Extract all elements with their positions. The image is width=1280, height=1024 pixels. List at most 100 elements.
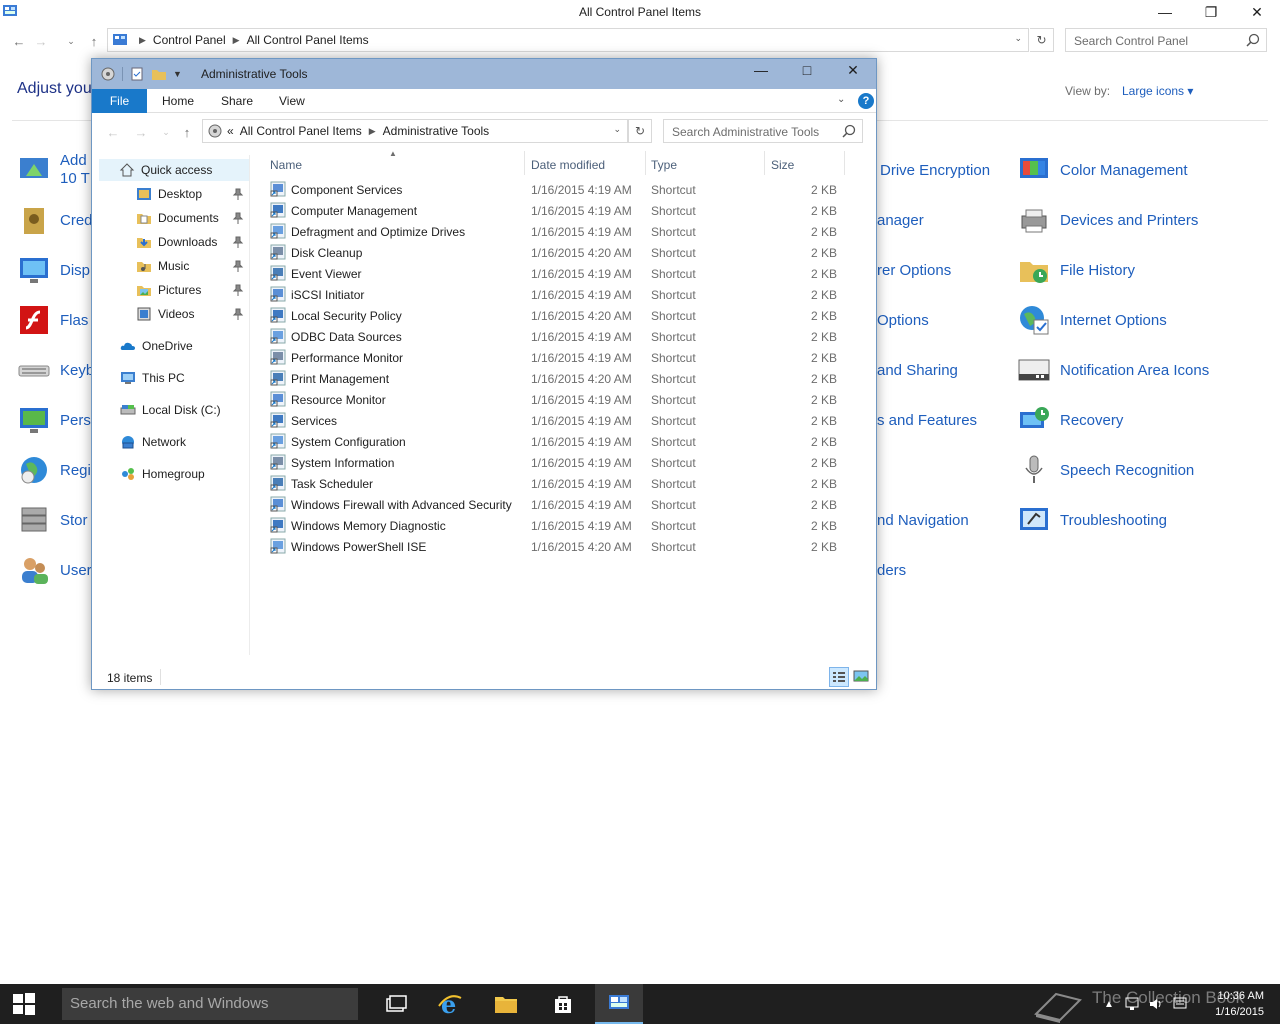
cp-item-speech-recognition[interactable]: Speech Recognition bbox=[1016, 450, 1194, 490]
table-row[interactable]: Task Scheduler 1/16/2015 4:19 AM Shortcut 2… bbox=[264, 473, 864, 494]
cp-item-keyboard[interactable]: Keyb bbox=[16, 350, 94, 390]
new-folder-icon[interactable] bbox=[151, 66, 167, 82]
customize-qat-chevron-icon[interactable]: ▼ bbox=[173, 69, 182, 79]
cp-item-user-accounts[interactable]: User bbox=[16, 550, 92, 590]
up-arrow-icon[interactable]: ↑ bbox=[85, 32, 103, 50]
nav-homegroup[interactable]: Homegroup bbox=[120, 463, 205, 485]
pin-icon[interactable] bbox=[232, 236, 244, 248]
search-icon[interactable] bbox=[842, 124, 856, 138]
cp-item-drive-encryption[interactable]: Drive Encryption bbox=[880, 150, 990, 190]
taskbar-control-panel[interactable] bbox=[595, 984, 643, 1024]
taskbar-search-input[interactable]: Search the web and Windows bbox=[62, 988, 358, 1020]
cp-item-flash-player[interactable]: Flas bbox=[16, 300, 88, 340]
details-view-button[interactable] bbox=[829, 667, 849, 687]
table-row[interactable]: iSCSI Initiator 1/16/2015 4:19 AM Shortcut… bbox=[264, 284, 864, 305]
nav-music[interactable]: Music bbox=[136, 255, 189, 277]
breadcrumb-item[interactable]: Administrative Tools bbox=[383, 124, 490, 138]
table-row[interactable]: Computer Management 1/16/2015 4:19 AM Shor… bbox=[264, 200, 864, 221]
pin-icon[interactable] bbox=[232, 212, 244, 224]
breadcrumb-separator-icon[interactable]: ▶ bbox=[369, 126, 376, 137]
back-arrow-icon[interactable]: ← bbox=[10, 32, 28, 50]
column-divider[interactable] bbox=[524, 151, 525, 175]
table-row[interactable]: System Information 1/16/2015 4:19 AM Short… bbox=[264, 452, 864, 473]
column-header-type[interactable]: Type bbox=[651, 154, 677, 176]
cp-search-input[interactable]: Search Control Panel bbox=[1065, 28, 1267, 52]
nav-network[interactable]: Network bbox=[120, 431, 186, 453]
table-row[interactable]: Resource Monitor 1/16/2015 4:19 AM Shortcu… bbox=[264, 389, 864, 410]
close-button[interactable]: ✕ bbox=[830, 59, 876, 81]
table-row[interactable]: ODBC Data Sources 1/16/2015 4:19 AM Shortc… bbox=[264, 326, 864, 347]
view-by-dropdown[interactable]: Large icons ▾ bbox=[1122, 84, 1193, 98]
cp-item-file-history[interactable]: File History bbox=[1016, 250, 1135, 290]
show-hidden-icons-chevron-icon[interactable]: ▲ bbox=[1104, 999, 1114, 1010]
close-button[interactable]: ✕ bbox=[1234, 0, 1280, 24]
help-icon[interactable]: ? bbox=[858, 93, 874, 109]
cp-item-storage-spaces[interactable]: Stor bbox=[16, 500, 88, 540]
restore-button[interactable]: ❐ bbox=[1188, 0, 1234, 24]
table-row[interactable]: Local Security Policy 1/16/2015 4:20 AM Sh… bbox=[264, 305, 864, 326]
table-row[interactable]: Services 1/16/2015 4:19 AM Shortcut 2 KB bbox=[264, 410, 864, 431]
tab-share[interactable]: Share bbox=[221, 89, 253, 113]
table-row[interactable]: Component Services 1/16/2015 4:19 AM Short… bbox=[264, 179, 864, 200]
nav-local-disk[interactable]: Local Disk (C:) bbox=[120, 399, 221, 421]
cp-item-personalization[interactable]: Pers bbox=[16, 400, 91, 440]
up-arrow-icon[interactable]: ↑ bbox=[178, 123, 196, 141]
action-center-icon[interactable] bbox=[1172, 996, 1188, 1012]
address-dropdown-icon[interactable]: ⌄ bbox=[613, 124, 621, 135]
tab-view[interactable]: View bbox=[279, 89, 305, 113]
large-icons-view-icon[interactable] bbox=[853, 668, 869, 684]
at-search-input[interactable]: Search Administrative Tools bbox=[663, 119, 863, 143]
recent-locations-chevron-icon[interactable]: ⌄ bbox=[62, 32, 80, 50]
column-header-size[interactable]: Size bbox=[771, 154, 794, 176]
cp-item-internet-options[interactable]: Internet Options bbox=[1016, 300, 1167, 340]
network-tray-icon[interactable] bbox=[1124, 996, 1140, 1012]
forward-arrow-icon[interactable]: → bbox=[32, 32, 50, 50]
refresh-icon[interactable]: ↻ bbox=[1030, 28, 1054, 52]
cp-item-add-features[interactable]: Add 10 T bbox=[16, 150, 90, 190]
cp-item-device-manager[interactable]: anager bbox=[877, 200, 924, 240]
start-button[interactable] bbox=[0, 984, 48, 1024]
cp-titlebar[interactable]: All Control Panel Items — ❐ ✕ bbox=[0, 0, 1280, 24]
pin-icon[interactable] bbox=[232, 308, 244, 320]
taskbar-store[interactable] bbox=[539, 984, 587, 1024]
expand-ribbon-chevron-icon[interactable]: ⌄ bbox=[837, 94, 845, 105]
refresh-icon[interactable]: ↻ bbox=[628, 119, 652, 143]
table-row[interactable]: Defragment and Optimize Drives 1/16/2015 … bbox=[264, 221, 864, 242]
cp-item-indexing-options[interactable]: Options bbox=[877, 300, 929, 340]
nav-quick-access[interactable]: Quick access bbox=[99, 159, 249, 181]
cp-address-bar[interactable]: ▶ Control Panel ▶ All Control Panel Item… bbox=[107, 28, 1029, 52]
cp-item-work-folders[interactable]: ders bbox=[877, 550, 906, 590]
table-row[interactable]: Performance Monitor 1/16/2015 4:19 AM Shor… bbox=[264, 347, 864, 368]
properties-icon[interactable] bbox=[129, 66, 145, 82]
clock[interactable]: 10:36 AM 1/16/2015 bbox=[1200, 988, 1264, 1020]
cp-item-taskbar-navigation[interactable]: nd Navigation bbox=[877, 500, 969, 540]
nav-pictures[interactable]: Pictures bbox=[136, 279, 201, 301]
forward-arrow-icon[interactable]: → bbox=[132, 123, 150, 141]
table-row[interactable]: Event Viewer 1/16/2015 4:19 AM Shortcut 2 K… bbox=[264, 263, 864, 284]
table-row[interactable]: Print Management 1/16/2015 4:20 AM Shortcu… bbox=[264, 368, 864, 389]
search-icon[interactable] bbox=[1246, 33, 1260, 47]
column-divider[interactable] bbox=[764, 151, 765, 175]
minimize-button[interactable]: — bbox=[1142, 0, 1188, 24]
cp-item-programs-features[interactable]: s and Features bbox=[877, 400, 977, 440]
column-header-name[interactable]: Name bbox=[270, 154, 302, 176]
cp-item-devices-printers[interactable]: Devices and Printers bbox=[1016, 200, 1198, 240]
taskbar-file-explorer[interactable] bbox=[482, 984, 530, 1024]
pin-icon[interactable] bbox=[232, 284, 244, 296]
at-address-bar[interactable]: « All Control Panel Items ▶ Administrati… bbox=[202, 119, 628, 143]
breadcrumb-item[interactable]: Control Panel bbox=[153, 33, 226, 47]
breadcrumb-item[interactable]: All Control Panel Items bbox=[247, 33, 369, 47]
column-divider[interactable] bbox=[645, 151, 646, 175]
taskbar-internet-explorer[interactable]: e bbox=[426, 984, 474, 1024]
cp-item-network-sharing[interactable]: and Sharing bbox=[877, 350, 958, 390]
table-row[interactable]: Windows Firewall with Advanced Security 1… bbox=[264, 494, 864, 515]
minimize-button[interactable]: — bbox=[738, 59, 784, 81]
cp-item-notification-area-icons[interactable]: Notification Area Icons bbox=[1016, 350, 1209, 390]
pin-icon[interactable] bbox=[232, 188, 244, 200]
admin-tools-icon[interactable] bbox=[100, 66, 116, 82]
volume-icon[interactable] bbox=[1148, 996, 1164, 1012]
pin-icon[interactable] bbox=[232, 260, 244, 272]
cp-item-recovery[interactable]: Recovery bbox=[1016, 400, 1123, 440]
cp-item-troubleshooting[interactable]: Troubleshooting bbox=[1016, 500, 1167, 540]
task-view-button[interactable] bbox=[372, 984, 420, 1024]
